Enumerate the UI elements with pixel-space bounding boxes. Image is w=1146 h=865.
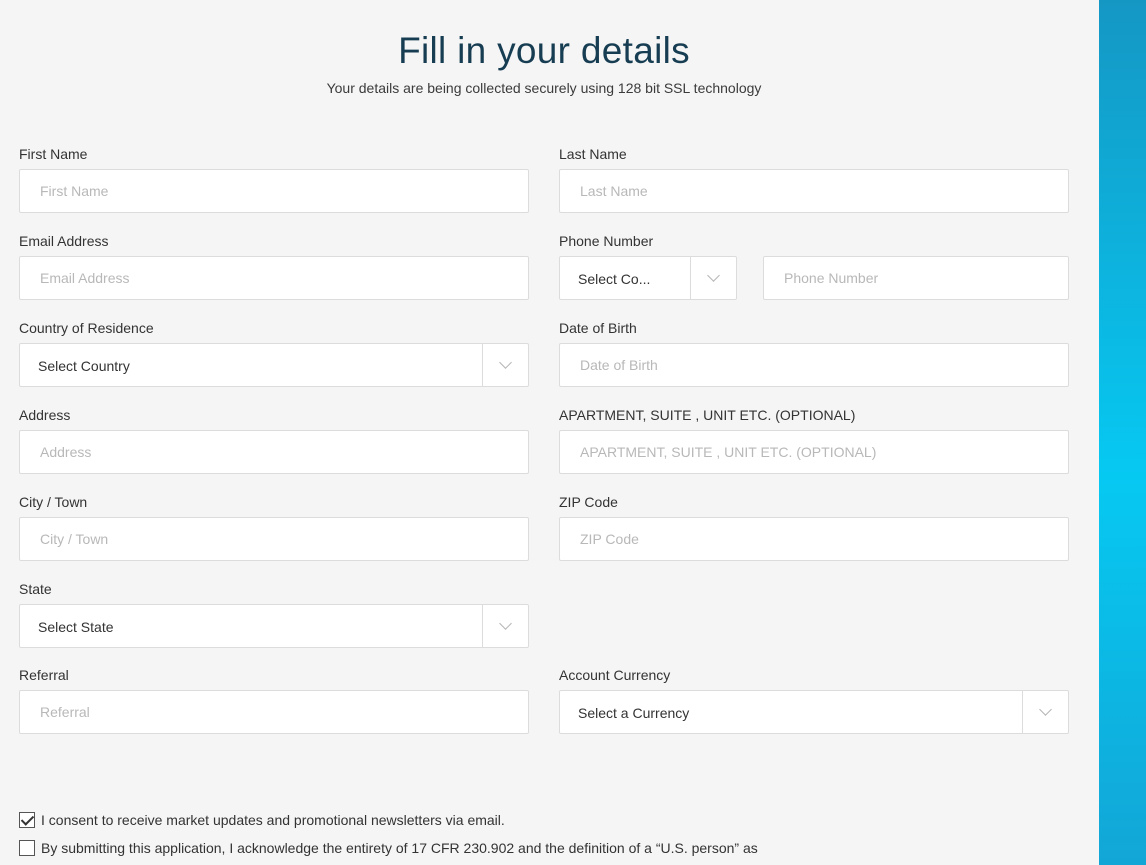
last-name-input[interactable] <box>559 169 1069 213</box>
zip-label: ZIP Code <box>559 494 618 510</box>
us-person-consent-row[interactable]: By submitting this application, I acknow… <box>19 840 758 856</box>
newsletter-consent-text: I consent to receive market updates and … <box>41 812 505 828</box>
state-label: State <box>19 581 52 597</box>
referral-label: Referral <box>19 667 69 683</box>
country-dropdown-toggle[interactable] <box>482 344 528 386</box>
first-name-label: First Name <box>19 146 88 162</box>
country-label: Country of Residence <box>19 320 154 336</box>
page-title: Fill in your details <box>398 30 690 71</box>
chevron-down-icon <box>1039 703 1052 716</box>
address-label: Address <box>19 407 71 423</box>
currency-label: Account Currency <box>559 667 671 683</box>
chevron-down-icon <box>707 269 720 282</box>
apartment-label: APARTMENT, SUITE , UNIT ETC. (OPTIONAL) <box>559 407 856 423</box>
city-label: City / Town <box>19 494 88 510</box>
state-select-value: Select State <box>38 619 114 635</box>
last-name-label: Last Name <box>559 146 627 162</box>
currency-dropdown-toggle[interactable] <box>1022 691 1068 733</box>
phone-label: Phone Number <box>559 233 654 249</box>
email-label: Email Address <box>19 233 109 249</box>
email-input[interactable] <box>19 256 529 300</box>
phone-country-code-value: Select Co... <box>578 271 651 287</box>
us-person-consent-text: By submitting this application, I acknow… <box>41 840 758 856</box>
dob-label: Date of Birth <box>559 320 637 336</box>
phone-number-input[interactable] <box>763 256 1069 300</box>
referral-input[interactable] <box>19 690 529 734</box>
page-subtitle: Your details are being collected securel… <box>326 80 762 96</box>
country-select-value: Select Country <box>38 358 130 374</box>
apartment-input[interactable] <box>559 430 1069 474</box>
currency-select-value: Select a Currency <box>578 705 690 721</box>
phone-country-code-dropdown-toggle[interactable] <box>690 257 736 299</box>
chevron-down-icon <box>499 356 512 369</box>
state-select[interactable]: Select State <box>19 604 529 648</box>
first-name-input[interactable] <box>19 169 529 213</box>
phone-country-code-select[interactable]: Select Co... <box>559 256 737 300</box>
city-input[interactable] <box>19 517 529 561</box>
address-input[interactable] <box>19 430 529 474</box>
currency-select[interactable]: Select a Currency <box>559 690 1069 734</box>
zip-input[interactable] <box>559 517 1069 561</box>
dob-input[interactable] <box>559 343 1069 387</box>
country-select[interactable]: Select Country <box>19 343 529 387</box>
us-person-consent-checkbox[interactable] <box>19 840 35 856</box>
newsletter-consent-row[interactable]: I consent to receive market updates and … <box>19 812 505 828</box>
state-dropdown-toggle[interactable] <box>482 605 528 647</box>
side-accent-strip <box>1099 0 1146 865</box>
newsletter-consent-checkbox[interactable] <box>19 812 35 828</box>
chevron-down-icon <box>499 617 512 630</box>
